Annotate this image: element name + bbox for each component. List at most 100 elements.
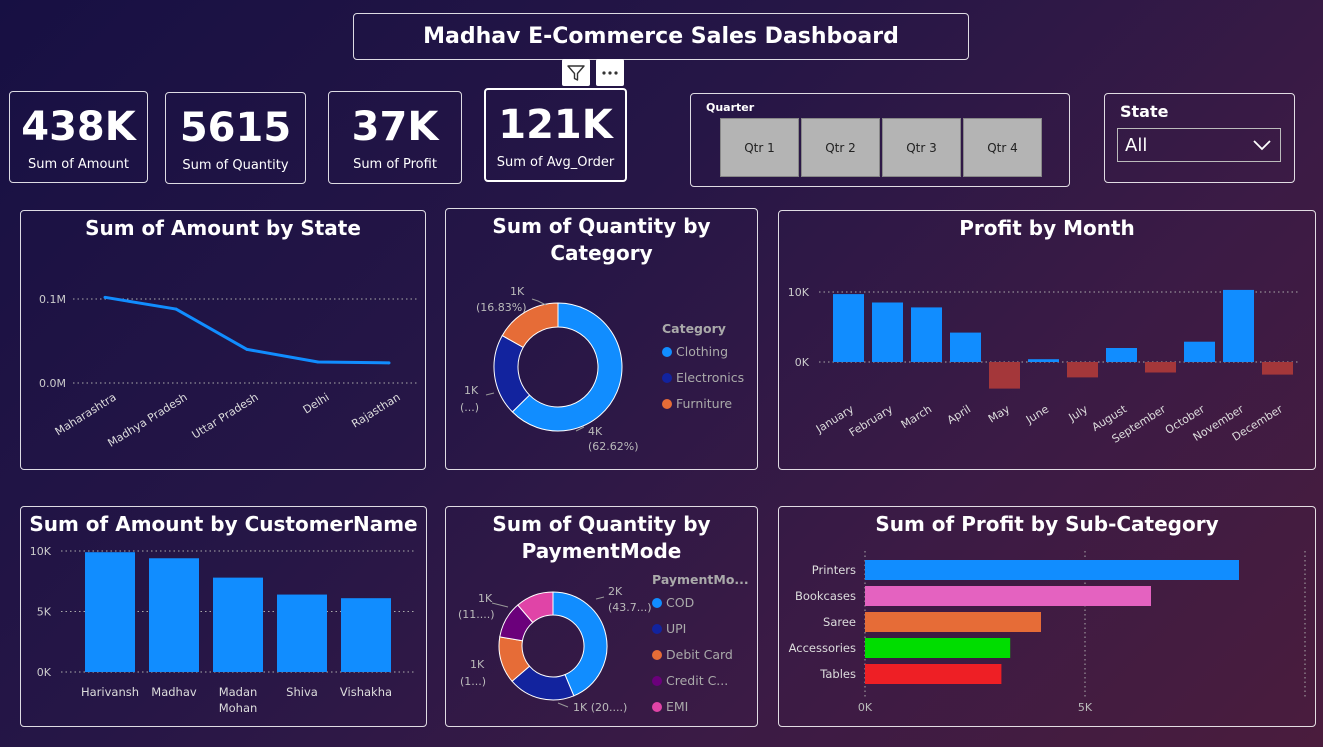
- y-tick-label: Saree: [823, 615, 856, 629]
- bar-chart: 10K0KJanuaryFebruary March April May June Jul…: [788, 286, 1299, 446]
- legend-label: Clothing: [676, 344, 728, 359]
- bar: [872, 302, 903, 362]
- bar: [213, 577, 263, 672]
- data-point: [174, 307, 178, 311]
- y-tick-label: Printers: [812, 563, 856, 577]
- x-tick-label: 0K: [858, 701, 873, 714]
- state-dropdown[interactable]: All: [1117, 128, 1281, 162]
- donut-chart: 4K (62.62%) 1K (...) 1K (16.83%) Category Cloth…: [460, 285, 744, 453]
- quarter-button-qtr4[interactable]: Qtr 4: [963, 118, 1042, 177]
- y-tick-label: 0.0M: [39, 377, 66, 390]
- state-slicer-title: State: [1120, 102, 1169, 121]
- data-label: 2K: [608, 585, 623, 598]
- chart-profit-by-subcategory[interactable]: Sum of Profit by Sub-Category 0K 5K Printe…: [778, 506, 1316, 727]
- line-chart: 0.1M 0.0MMaharashtraMadhya Pradesh Uttar P…: [39, 293, 417, 450]
- y-tick-label: 10K: [30, 545, 52, 558]
- data-label: 4K: [588, 425, 603, 438]
- x-tick-label: Shiva: [286, 685, 318, 699]
- kpi-card-amount[interactable]: 438K Sum of Amount: [9, 91, 148, 183]
- donut-slice: [493, 334, 531, 413]
- kpi-label: Sum of Amount: [27, 156, 130, 172]
- legend-label: COD: [666, 595, 694, 610]
- data-label: 1K: [470, 658, 485, 671]
- leader-line: [557, 702, 569, 708]
- data-label: 1K: [478, 592, 493, 605]
- chart-amount-by-state[interactable]: Sum of Amount by State 0.1M 0.0M Maharasht…: [20, 210, 426, 470]
- bar: [1184, 341, 1215, 362]
- bar: [1223, 289, 1254, 362]
- x-tick-label: Rajasthan: [349, 391, 402, 431]
- kpi-card-avg-order[interactable]: 121K Sum of Avg_Order: [484, 88, 627, 182]
- y-tick-label: 5K: [37, 606, 52, 619]
- x-tick-label: May: [986, 402, 1013, 425]
- legend-marker: [652, 624, 662, 634]
- legend-title: PaymentMo...: [652, 572, 749, 587]
- y-tick-label: 0.1M: [39, 293, 66, 306]
- x-tick-label: Vishakha: [340, 685, 392, 699]
- data-label: (...): [460, 401, 479, 414]
- dashboard-title: Madhav E-Commerce Sales Dashboard: [423, 24, 899, 49]
- bar: [865, 586, 1151, 606]
- y-tick-label: 10K: [788, 286, 810, 299]
- x-tick-label: Delhi: [301, 391, 332, 417]
- x-tick-label: July: [1066, 402, 1091, 424]
- bar-chart: 0K 5K Printers Bookcases Saree Accessories Tab…: [789, 551, 1306, 714]
- data-label: (11....): [458, 608, 495, 621]
- data-label: 1K: [464, 384, 479, 397]
- legend-marker: [652, 676, 662, 686]
- data-point: [103, 295, 107, 299]
- bar: [833, 294, 864, 362]
- state-dropdown-value: All: [1125, 134, 1148, 156]
- chart-amount-by-customer[interactable]: Sum of Amount by CustomerName 10K 5K 0K Har…: [20, 506, 427, 727]
- legend-marker: [652, 598, 662, 608]
- bar: [989, 362, 1020, 389]
- x-tick-label: Mohan: [219, 701, 258, 715]
- bar: [85, 552, 135, 672]
- bar: [865, 612, 1041, 632]
- chevron-down-icon: [1253, 140, 1271, 151]
- kpi-value: 438K: [21, 103, 136, 150]
- quarter-button-qtr1[interactable]: Qtr 1: [720, 118, 799, 177]
- kpi-card-quantity[interactable]: 5615 Sum of Quantity: [165, 92, 306, 184]
- legend-label: Debit Card: [666, 647, 733, 662]
- more-options-icon[interactable]: [596, 59, 624, 86]
- bar: [865, 560, 1239, 580]
- leader-line: [485, 392, 495, 396]
- data-label: (43.7...): [608, 601, 652, 614]
- legend-marker: [662, 373, 672, 383]
- quarter-button-qtr3[interactable]: Qtr 3: [882, 118, 961, 177]
- x-tick-label: Madhya Pradesh: [105, 391, 189, 450]
- x-tick-label: 5K: [1078, 701, 1093, 714]
- legend-label: Electronics: [676, 370, 744, 385]
- series-line: [104, 295, 390, 365]
- legend-marker: [652, 702, 662, 712]
- data-point: [316, 360, 320, 364]
- bar: [865, 638, 1011, 658]
- y-tick-label: Tables: [819, 667, 856, 681]
- legend-label: UPI: [666, 621, 686, 636]
- data-label: (62.62%): [588, 440, 639, 453]
- chart-quantity-by-category[interactable]: Sum of Quantity by Category 4K (62.62%) 1K…: [445, 208, 758, 470]
- data-label: (16.83%): [476, 301, 527, 314]
- kpi-card-profit[interactable]: 37K Sum of Profit: [328, 91, 462, 184]
- bar: [865, 664, 1002, 684]
- legend-label: EMI: [666, 699, 688, 714]
- bar: [950, 332, 981, 362]
- kpi-label: Sum of Profit: [353, 157, 437, 172]
- quarter-button-qtr2[interactable]: Qtr 2: [801, 118, 880, 177]
- dashboard-title-box: Madhav E-Commerce Sales Dashboard: [353, 13, 969, 60]
- bar: [1145, 362, 1176, 373]
- x-tick-label: Harivansh: [81, 685, 139, 699]
- kpi-label: Sum of Avg_Order: [496, 154, 615, 170]
- legend-label: Credit C...: [666, 673, 728, 688]
- x-tick-label: April: [945, 403, 973, 427]
- filter-icon[interactable]: [562, 59, 590, 86]
- chart-profit-by-month[interactable]: Profit by Month 10K 0K January February Marc…: [778, 210, 1316, 470]
- x-tick-label: Maharashtra: [53, 391, 119, 439]
- bar-chart: 10K 5K 0K Harivansh Madhav Madan Mohan Shiva Vis…: [30, 545, 416, 715]
- bar: [341, 598, 391, 672]
- bar: [1067, 362, 1098, 378]
- leader-line: [595, 596, 605, 600]
- x-tick-label: Uttar Pradesh: [190, 391, 261, 442]
- chart-quantity-by-paymentmode[interactable]: Sum of Quantity by PaymentMode 2K (43.7..…: [445, 506, 758, 727]
